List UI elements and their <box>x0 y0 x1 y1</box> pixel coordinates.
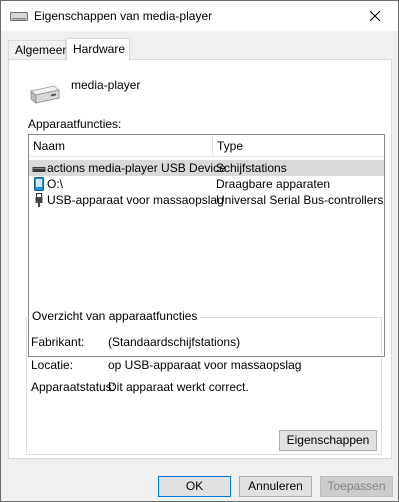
list-item[interactable]: actions media-player USB Device Schijfst… <box>29 160 384 176</box>
device-name: media-player <box>71 78 141 92</box>
device-summary-group: Overzicht van apparaatfuncties Fabrikant… <box>26 309 382 455</box>
usb-icon <box>35 193 43 207</box>
properties-dialog: Eigenschappen van media-player Algemeen … <box>0 0 399 502</box>
row-name: O:\ <box>47 177 64 191</box>
properties-button[interactable]: Eigenschappen <box>279 430 377 451</box>
location-label: Locatie: <box>31 358 74 372</box>
disk-drive-icon <box>32 167 46 172</box>
row-type: Universal Serial Bus-controllers <box>216 193 384 207</box>
column-header-type[interactable]: Type <box>213 135 243 157</box>
tab-hardware[interactable]: Hardware <box>66 38 130 61</box>
hardware-panel: media-player Apparaatfuncties: Naam Type… <box>8 59 392 459</box>
column-header-name[interactable]: Naam <box>29 135 65 157</box>
row-type: Schijfstations <box>216 161 287 175</box>
row-type: Draagbare apparaten <box>216 177 331 191</box>
location-value: op USB-apparaat voor massaopslag <box>108 358 302 372</box>
ok-button[interactable]: OK <box>158 476 231 497</box>
drive-icon <box>10 12 28 21</box>
row-name: actions media-player USB Device <box>47 161 226 175</box>
close-button[interactable] <box>352 1 398 31</box>
cancel-button[interactable]: Annuleren <box>239 476 312 497</box>
close-icon <box>370 11 380 21</box>
manufacturer-label: Fabrikant: <box>31 335 85 349</box>
summary-title: Overzicht van apparaatfuncties <box>29 309 201 323</box>
list-header: Naam Type <box>29 135 384 157</box>
status-label: Apparaatstatus: <box>31 380 116 394</box>
tab-general[interactable]: Algemeen <box>8 40 69 60</box>
functions-label: Apparaatfuncties: <box>28 117 122 131</box>
list-item[interactable]: O:\ Draagbare apparaten <box>29 176 384 192</box>
portable-device-icon <box>34 177 44 191</box>
apply-button[interactable]: Toepassen <box>320 476 393 497</box>
window-title: Eigenschappen van media-player <box>34 9 213 23</box>
title-bar[interactable]: Eigenschappen van media-player <box>1 1 398 31</box>
status-value: Dit apparaat werkt correct. <box>108 380 249 394</box>
row-name: USB-apparaat voor massaopslag <box>47 193 224 207</box>
list-item[interactable]: USB-apparaat voor massaopslag Universal … <box>29 192 384 208</box>
drive-icon <box>30 85 60 104</box>
manufacturer-value: (Standaardschijfstations) <box>108 335 241 349</box>
